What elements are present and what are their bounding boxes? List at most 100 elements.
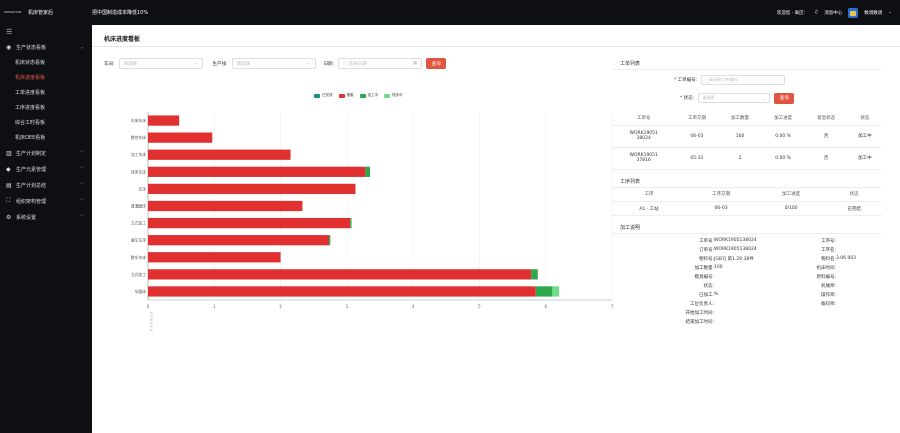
menu-group-production-status[interactable]: ◉ 生产状态看板 ︿ bbox=[0, 39, 92, 55]
work-order-input[interactable]: ▢ 请选择工单/编号 bbox=[701, 75, 786, 85]
table-row[interactable]: WORK19051 38024 06-03 100 0.00 % 否加工中 bbox=[612, 125, 882, 148]
menu-group-elements[interactable]: ◆ 生产元素管理 ﹀ bbox=[0, 161, 92, 177]
bar-segment bbox=[148, 132, 213, 143]
status-query-button[interactable]: 查询 bbox=[774, 92, 795, 104]
x-tick-note: 0 0 0 0 0 0 bbox=[149, 312, 153, 331]
bar-segment bbox=[148, 269, 532, 280]
workshop-label: 车间: bbox=[104, 61, 115, 67]
legend-item[interactable]: 已完成 bbox=[314, 93, 333, 98]
detail-value bbox=[836, 247, 888, 253]
status-label: * 状态: bbox=[680, 96, 695, 101]
org-chart-icon: ⛶ bbox=[6, 197, 11, 204]
chevron-down-icon: ﹀ bbox=[80, 182, 84, 187]
detail-value: 3.06.003 bbox=[836, 256, 857, 261]
work-order-row: * 工单编号: ▢ 请选择工单/编号 bbox=[612, 73, 882, 87]
status-row: * 状态: 请选择 ⌄ 查询 bbox=[612, 91, 882, 105]
detail-key: 工单号: bbox=[698, 239, 714, 244]
chevron-down-icon: ﹀ bbox=[80, 166, 84, 171]
sidebar-item-order-progress[interactable]: 工单进度看板 bbox=[0, 85, 92, 100]
detail-value bbox=[836, 310, 888, 316]
y-tick-label: 数车车床 bbox=[131, 255, 146, 260]
logo: OPERATION bbox=[4, 10, 22, 14]
column-header: 工单号 bbox=[612, 111, 676, 126]
y-tick-label: 排多车床 bbox=[131, 169, 146, 174]
chevron-down-icon[interactable]: ⌄ bbox=[888, 10, 892, 15]
table-cell: 0.00 % bbox=[761, 125, 805, 148]
workshop-select[interactable]: 请选择 ⌄ bbox=[118, 58, 203, 69]
detail-key bbox=[774, 319, 836, 325]
document-icon: ▤ bbox=[6, 181, 12, 189]
y-tick-label: 普通磨床 bbox=[131, 204, 146, 209]
bar-segment bbox=[535, 286, 553, 297]
notification-center-link[interactable]: 消息中心 bbox=[824, 10, 842, 16]
bell-icon[interactable]: ♫ bbox=[814, 10, 818, 15]
menu-group-org[interactable]: ⛶ 组织架构管理 ﹀ bbox=[0, 193, 92, 209]
calendar-icon: ▥ bbox=[6, 149, 12, 157]
sidebar: ☰ ◉ 生产状态看板 ︿ 机床状态看板 机床进度看板 工单进度看板 工序进度看板… bbox=[0, 25, 92, 433]
avatar[interactable] bbox=[848, 7, 859, 18]
detail-key: 已加工: bbox=[698, 293, 714, 298]
menu-group-summary[interactable]: ▤ 生产计划总结 ﹀ bbox=[0, 177, 92, 193]
x-tick-label: 6 bbox=[544, 304, 547, 309]
sidebar-item-work-hours[interactable]: 综合工时看板 bbox=[0, 115, 92, 130]
detail-key: 工序名: bbox=[820, 248, 836, 253]
column-header: 工序交期 bbox=[686, 187, 757, 202]
detail-key: 状态: bbox=[703, 284, 714, 289]
table-row[interactable]: WORK19051 37816 05-31 2 0.00 % 否加工中 bbox=[612, 147, 882, 170]
legend-item[interactable]: 加工中 bbox=[359, 93, 378, 98]
detail-value bbox=[836, 301, 888, 307]
process-table: 工序 工序交期 加工进度 状态 A1 · 工站 06-03 0/100 已完结 bbox=[612, 187, 882, 216]
column-header: 紧急状态 bbox=[804, 111, 848, 126]
slogan: 把中国制造成本降低10% bbox=[92, 10, 149, 16]
table-row[interactable]: A1 · 工站 06-03 0/100 已完结 bbox=[612, 201, 882, 216]
chevron-down-icon: ⌄ bbox=[306, 61, 311, 66]
detail-title: 加工说明 bbox=[612, 222, 882, 234]
sidebar-item-oee[interactable]: 机床OEE看板 bbox=[0, 130, 92, 145]
date-label: 日期: bbox=[323, 61, 335, 67]
table-cell: 2 bbox=[718, 147, 762, 170]
column-header: 加工进度 bbox=[756, 187, 827, 202]
query-button[interactable]: 查询 bbox=[426, 58, 447, 69]
menu-group-settings[interactable]: ⚙ 系统设置 ﹀ bbox=[0, 209, 92, 225]
detail-key: 工序号: bbox=[820, 239, 836, 244]
y-tick-label: 盒车车床 bbox=[131, 238, 146, 243]
gear-icon: ⚙ bbox=[6, 213, 12, 221]
detail-value bbox=[836, 283, 888, 289]
detail-value bbox=[836, 274, 888, 280]
sidebar-item-process-progress[interactable]: 工序进度看板 bbox=[0, 100, 92, 115]
process-list-title: 工序列表 bbox=[612, 176, 882, 188]
sidebar-item-machine-status[interactable]: 机床状态看板 bbox=[0, 55, 92, 70]
detail-key: 原料编号: bbox=[816, 275, 836, 280]
divider bbox=[92, 46, 900, 47]
table-cell: 否 bbox=[804, 125, 848, 148]
bar-segment bbox=[365, 166, 371, 177]
menu-group-plan[interactable]: ▥ 生产计划制定 ﹀ bbox=[0, 145, 92, 161]
work-list-title: 工单列表 bbox=[612, 58, 882, 70]
bar-segment bbox=[148, 252, 281, 263]
collapse-menu-icon[interactable]: ☰ bbox=[0, 25, 92, 39]
x-tick-label: 1 bbox=[213, 304, 216, 309]
user-name[interactable]: 数调数调 bbox=[864, 10, 882, 16]
legend-item[interactable]: 报废 bbox=[338, 93, 354, 98]
diamond-icon: ◆ bbox=[6, 165, 11, 173]
chevron-up-icon: ︿ bbox=[80, 44, 84, 49]
status-select[interactable]: 请选择 ⌄ bbox=[698, 93, 771, 103]
bar-segment bbox=[552, 286, 559, 297]
sidebar-item-machine-progress[interactable]: 机床进度看板 bbox=[0, 70, 92, 85]
date-picker[interactable]: ▢ 选择日期 ▦ bbox=[338, 58, 423, 69]
y-tick-label: 立式加工 bbox=[131, 272, 146, 277]
bar-segment bbox=[148, 200, 303, 212]
detail-key: 物料号: bbox=[698, 257, 714, 262]
x-tick-label: 2 bbox=[279, 304, 282, 309]
column-header: 工序 bbox=[612, 187, 687, 202]
bar-segment bbox=[148, 183, 356, 195]
date-placeholder: ▢ 选择日期 bbox=[343, 61, 367, 67]
detail-value bbox=[714, 319, 774, 325]
page-title: 机床进度看板 bbox=[104, 36, 141, 43]
legend-item[interactable]: 排多中 bbox=[384, 93, 403, 98]
detail-key: 工位负责人: bbox=[689, 302, 714, 307]
table-cell: 0.00 % bbox=[761, 147, 805, 170]
detail-value bbox=[714, 274, 774, 280]
detail-value bbox=[836, 319, 888, 325]
line-select[interactable]: 请选择 ⌄ bbox=[231, 58, 316, 69]
